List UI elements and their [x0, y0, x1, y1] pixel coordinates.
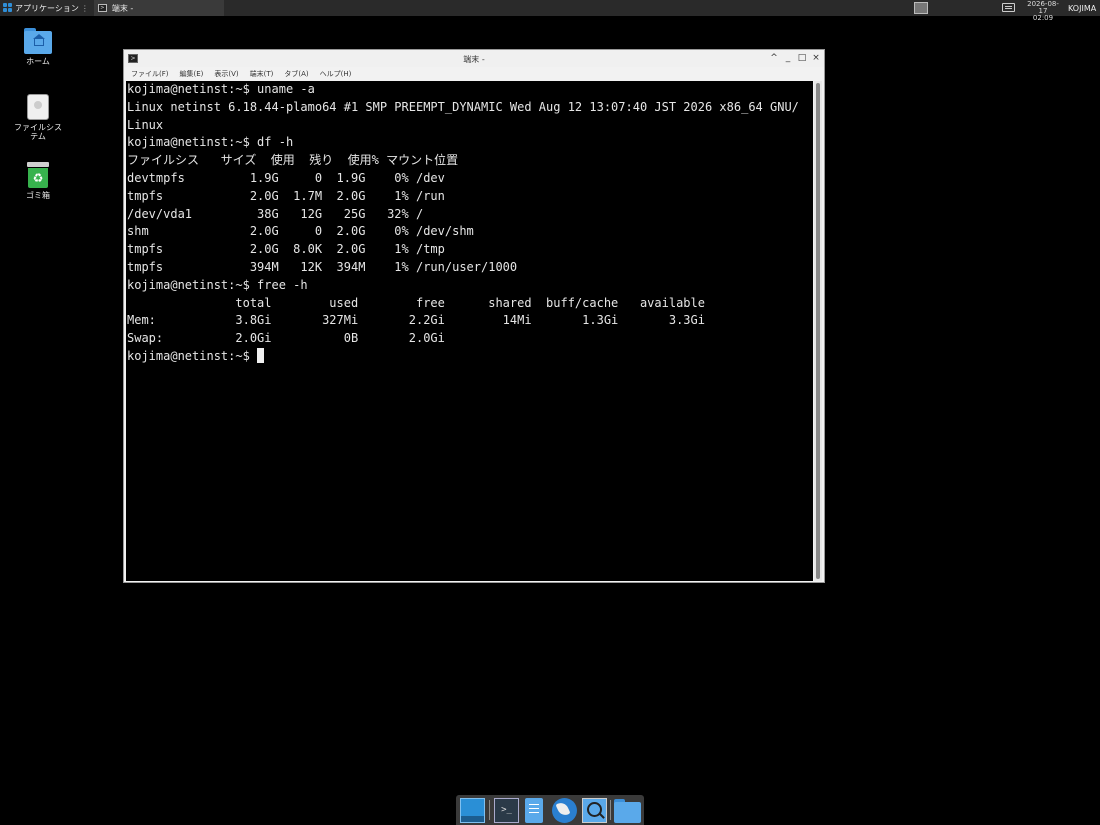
workspace-switcher[interactable] — [914, 2, 928, 14]
menu-edit[interactable]: 編集(E) — [176, 68, 208, 80]
menu-view[interactable]: 表示(V) — [210, 68, 242, 80]
terminal-line: total used free shared buff/cache availa… — [127, 295, 705, 310]
applications-menu-label: アプリケーション — [15, 3, 79, 13]
menu-terminal[interactable]: 端末(T) — [246, 68, 278, 80]
close-button[interactable]: × — [810, 52, 822, 64]
terminal-line: kojima@netinst:~$ uname -a — [127, 82, 315, 96]
desktop-icon-home[interactable]: ホーム — [8, 28, 68, 66]
menu-bar: ファイル(F) 編集(E) 表示(V) 端末(T) タブ(A) ヘルプ(H) — [124, 68, 824, 80]
taskbar-terminal-button[interactable]: > 端末 - — [93, 0, 224, 16]
scrollbar-thumb[interactable] — [816, 83, 820, 579]
terminal-line: devtmpfs 1.9G 0 1.9G 0% /dev — [127, 170, 445, 185]
menu-file[interactable]: ファイル(F) — [127, 68, 173, 80]
filesystem-drive-icon — [27, 94, 49, 120]
trash-icon: ♻ — [27, 162, 49, 188]
terminal-line: Swap: 2.0Gi 0B 2.0Gi — [127, 331, 445, 346]
terminal-line: Linux — [127, 117, 164, 132]
minimize-button[interactable]: _ — [782, 52, 794, 64]
terminal-scrollbar[interactable] — [814, 81, 822, 581]
terminal-icon: > — [97, 4, 107, 12]
app-finder-icon[interactable] — [582, 798, 607, 823]
web-browser-icon[interactable] — [552, 798, 577, 823]
text-cursor — [257, 347, 265, 363]
desktop-icon-label: ファイルシステム — [14, 123, 62, 141]
clock[interactable]: 2026-08-17 02:09 — [1024, 1, 1062, 22]
user-menu[interactable]: KOJIMA — [1068, 4, 1096, 13]
menu-tabs[interactable]: タブ(A) — [280, 68, 312, 80]
terminal-line: tmpfs 2.0G 1.7M 2.0G 1% /run — [127, 188, 445, 203]
show-desktop-icon[interactable] — [460, 798, 485, 823]
terminal-line: Linux netinst 6.18.44-plamo64 #1 SMP PRE… — [127, 99, 799, 114]
clock-time: 02:09 — [1032, 14, 1054, 22]
desktop-icon-label: ホーム — [26, 57, 50, 66]
terminal-text: kojima@netinst:~$ uname -a Linux netinst … — [126, 81, 813, 366]
terminal-line: shm 2.0G 0 2.0G 0% /dev/shm — [127, 224, 474, 239]
terminal-prompt-line: kojima@netinst:~$ — [127, 347, 813, 366]
folder-icon[interactable] — [614, 798, 641, 823]
terminal-line: tmpfs 394M 12K 394M 1% /run/user/1000 — [127, 259, 518, 274]
applications-menu-icon — [3, 3, 13, 13]
dock-separator — [489, 800, 490, 820]
terminal-prompt: kojima@netinst:~$ — [127, 348, 258, 363]
menu-help[interactable]: ヘルプ(H) — [316, 68, 356, 80]
window-titlebar[interactable]: > 端末 - ^ _ □ × — [124, 50, 824, 67]
maximize-button[interactable]: □ — [796, 52, 808, 64]
terminal-line: tmpfs 2.0G 8.0K 2.0G 1% /tmp — [127, 242, 445, 257]
desktop-icon-label: ゴミ箱 — [26, 191, 50, 200]
dock: >_ — [456, 795, 644, 825]
desktop-icon-filesystem[interactable]: ファイルシステム — [8, 94, 68, 141]
terminal-line: Mem: 3.8Gi 327Mi 2.2Gi 14Mi 1.3Gi 3.3Gi — [127, 313, 705, 328]
terminal-icon[interactable]: >_ — [494, 798, 519, 823]
applications-menu-button[interactable]: アプリケーション ⋮ — [0, 0, 92, 16]
window-title: 端末 - — [463, 55, 485, 64]
terminal-window: > 端末 - ^ _ □ × ファイル(F) 編集(E) 表示(V) 端末(T)… — [123, 49, 825, 583]
terminal-line: /dev/vda1 38G 12G 25G 32% / — [127, 206, 424, 221]
keyboard-layout-icon[interactable] — [1002, 3, 1015, 12]
shade-button[interactable]: ^ — [768, 52, 780, 64]
dock-separator — [610, 800, 611, 820]
file-manager-icon[interactable] — [525, 798, 543, 823]
terminal-line: kojima@netinst:~$ free -h — [127, 277, 308, 292]
clock-date: 2026-08-17 — [1027, 0, 1059, 15]
terminal-line: kojima@netinst:~$ df -h — [127, 135, 294, 150]
terminal-output[interactable]: kojima@netinst:~$ uname -a Linux netinst … — [126, 81, 813, 581]
home-folder-icon — [24, 28, 52, 54]
top-panel: アプリケーション ⋮ > 端末 - 2026-08-17 02:09 KOJIM… — [0, 0, 1100, 22]
terminal-line: ファイルシス サイズ 使用 残り 使用% マウント位置 — [127, 153, 459, 168]
taskbar-terminal-label: 端末 - — [111, 3, 134, 13]
desktop-icon-trash[interactable]: ♻ ゴミ箱 — [8, 162, 68, 200]
